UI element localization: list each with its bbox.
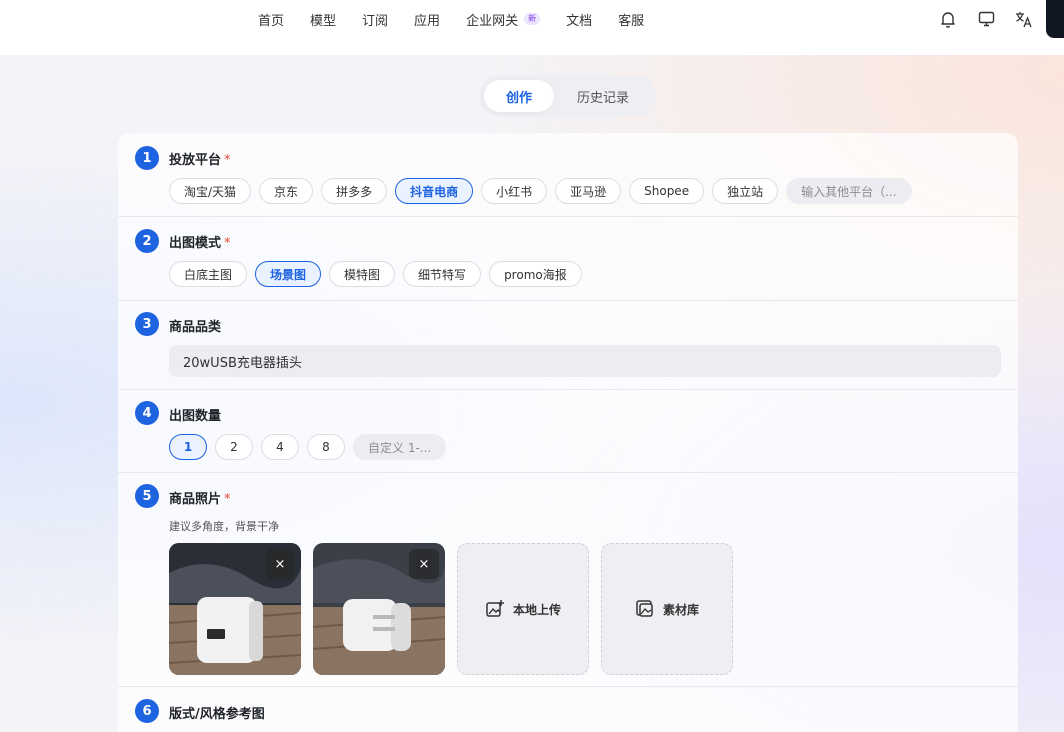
remove-photo-button[interactable]: × [409,549,439,579]
mode-chip[interactable]: promo海报 [489,261,582,287]
step-number: 2 [135,229,159,253]
creation-form: 1 投放平台 * 淘宝/天猫 京东 拼多多 抖音电商 小红书 亚马逊 Shopee… [118,133,1018,732]
close-icon: × [274,556,286,572]
nav-docs[interactable]: 文档 [566,10,592,29]
step-number: 3 [135,312,159,336]
section-title: 商品品类 [169,320,222,335]
nav-home[interactable]: 首页 [258,10,284,29]
nav-label: 文档 [566,13,593,29]
section-title-text: 商品照片 [169,492,222,507]
top-actions [938,10,1052,28]
section-title-text: 出图模式 [169,236,222,251]
step-number: 1 [135,146,159,170]
mode-chip-selected[interactable]: 场景图 [255,261,322,287]
platform-chip[interactable]: 小红书 [481,178,548,204]
library-label: 素材库 [662,602,699,617]
upload-label: 本地上传 [512,602,561,617]
material-library-button[interactable]: 素材库 [601,543,733,675]
nav-label: 模型 [310,13,337,29]
section-title: 出图模式 * [169,232,231,251]
mode-options: 白底主图 场景图 模特图 细节特写 promo海报 [169,261,590,287]
translate-icon[interactable] [1014,10,1034,28]
nav-apps[interactable]: 应用 [414,10,440,29]
section-platform: 1 投放平台 * 淘宝/天猫 京东 拼多多 抖音电商 小红书 亚马逊 Shopee… [118,133,1018,217]
section-title: 投放平台 * [169,149,231,168]
count-chip[interactable]: 4 [261,434,299,460]
mode-chip[interactable]: 白底主图 [169,261,248,287]
nav-label: 应用 [414,13,441,29]
nav-support[interactable]: 客服 [618,10,644,29]
account-button[interactable] [1046,0,1064,38]
platform-chip[interactable]: 独立站 [712,178,779,204]
step-number: 5 [135,484,159,508]
platform-chip-selected[interactable]: 抖音电商 [395,178,474,204]
required-mark: * [224,492,231,507]
close-icon: × [418,556,430,572]
local-upload-button[interactable]: 本地上传 [457,543,589,675]
count-chip[interactable]: 8 [307,434,345,460]
monitor-icon[interactable] [976,10,996,28]
custom-count-input[interactable]: 自定义 1-... [353,434,447,460]
platform-chip[interactable]: 京东 [259,178,314,204]
nav-label: 首页 [258,13,285,29]
section-title: 出图数量 [169,409,222,424]
nav-label: 企业网关 [466,13,519,29]
product-photo[interactable]: × [169,543,301,675]
remove-photo-button[interactable]: × [265,549,295,579]
category-input[interactable]: 20wUSB充电器插头 [169,345,1001,377]
required-mark: * [224,153,231,168]
count-chip[interactable]: 2 [215,434,253,460]
platform-chip[interactable]: 亚马逊 [555,178,622,204]
required-mark: * [224,236,231,251]
step-number: 6 [135,699,159,723]
section-style: 6 版式/风格参考图 [118,687,1018,732]
section-category: 3 商品品类 20wUSB充电器插头 [118,301,1018,390]
section-title: 版式/风格参考图 [169,707,265,722]
section-title: 商品照片 * [169,488,231,507]
nav-label: 客服 [618,13,645,29]
platform-options: 淘宝/天猫 京东 拼多多 抖音电商 小红书 亚马逊 Shopee 独立站 输入其… [169,178,920,204]
mode-chip[interactable]: 细节特写 [403,261,482,287]
gallery-icon [636,600,653,617]
nav-subscribe[interactable]: 订阅 [362,10,388,29]
tab-create[interactable]: 创作 [484,80,554,112]
nav-enterprise-gateway[interactable]: 企业网关 新 [466,10,541,29]
section-title-text: 投放平台 [169,153,222,168]
photo-hint: 建议多角度，背景干净 [169,520,279,533]
nav-models[interactable]: 模型 [310,10,336,29]
top-bar: 首页 模型 订阅 应用 企业网关 新 文档 客服 [0,0,1064,55]
step-number: 4 [135,401,159,425]
image-upload-icon [486,600,504,617]
platform-chip[interactable]: 拼多多 [321,178,388,204]
platform-chip[interactable]: 淘宝/天猫 [169,178,252,204]
product-photo[interactable]: × [313,543,445,675]
count-options: 1 2 4 8 自定义 1-... [169,434,454,460]
tab-history[interactable]: 历史记录 [554,80,652,112]
section-mode: 2 出图模式 * 白底主图 场景图 模特图 细节特写 promo海报 [118,217,1018,301]
platform-chip[interactable]: Shopee [629,178,705,204]
section-count: 4 出图数量 1 2 4 8 自定义 1-... [118,390,1018,473]
mode-tabs: 创作 历史记录 [479,75,657,117]
mode-chip[interactable]: 模特图 [329,261,396,287]
main-nav: 首页 模型 订阅 应用 企业网关 新 文档 客服 [258,10,670,29]
new-badge: 新 [524,13,541,25]
count-chip-selected[interactable]: 1 [169,434,207,460]
bell-icon[interactable] [938,10,958,28]
nav-label: 订阅 [362,13,389,29]
custom-platform-input[interactable]: 输入其他平台（... [786,178,912,204]
